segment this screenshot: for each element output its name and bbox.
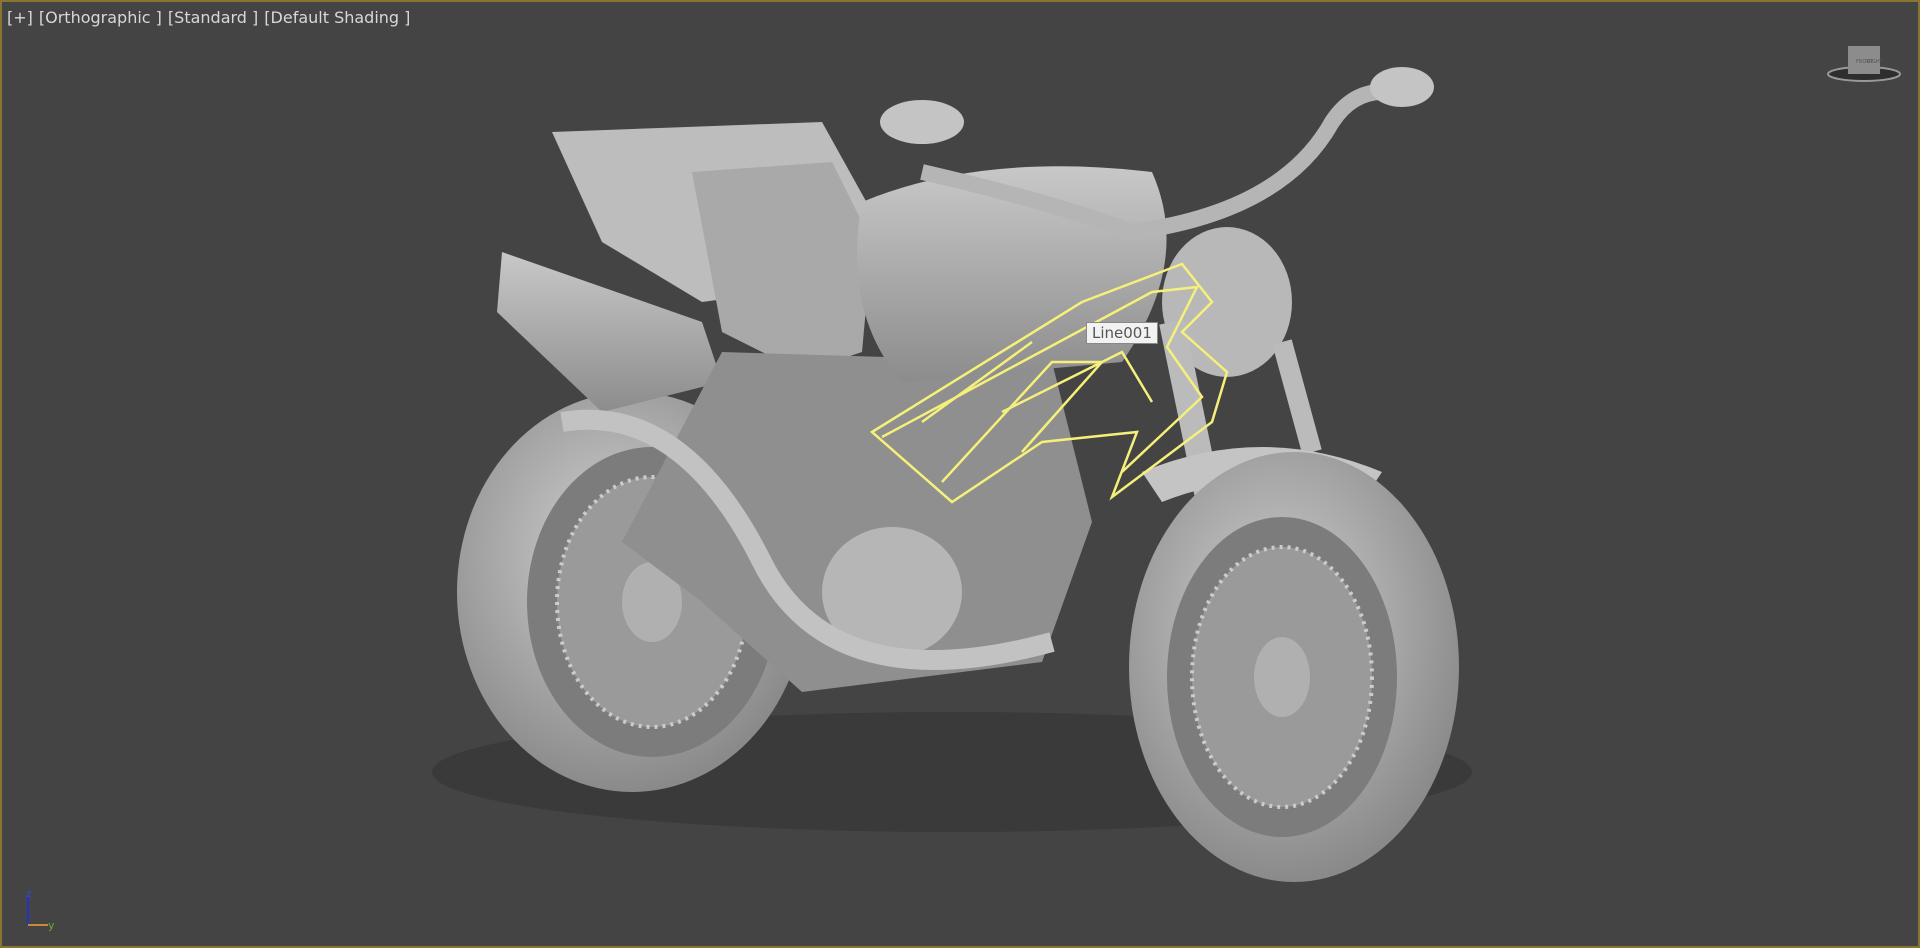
viewcube-right-face[interactable]: RIGHT: [1867, 59, 1884, 65]
viewport-standard-menu[interactable]: [Standard ]: [168, 8, 258, 27]
axis-y-label: y: [48, 919, 55, 932]
viewcube-icon[interactable]: FRONT RIGHT: [1826, 38, 1902, 84]
viewport-point-of-view-menu[interactable]: [Orthographic ]: [39, 8, 162, 27]
perspective-viewport[interactable]: [+] [Orthographic ] [Standard ] [Default…: [0, 0, 1920, 948]
viewport-shading-menu[interactable]: [Default Shading ]: [264, 8, 410, 27]
axis-tripod-icon: z y: [26, 887, 55, 932]
object-name-tooltip: Line001: [1086, 322, 1158, 344]
axis-z-label: z: [26, 887, 32, 900]
motorcycle-model[interactable]: [2, 2, 1918, 946]
viewport-general-menu[interactable]: [+]: [7, 8, 33, 27]
front-wheel: [1129, 447, 1459, 882]
viewport-label-menu: [+] [Orthographic ] [Standard ] [Default…: [7, 8, 410, 27]
